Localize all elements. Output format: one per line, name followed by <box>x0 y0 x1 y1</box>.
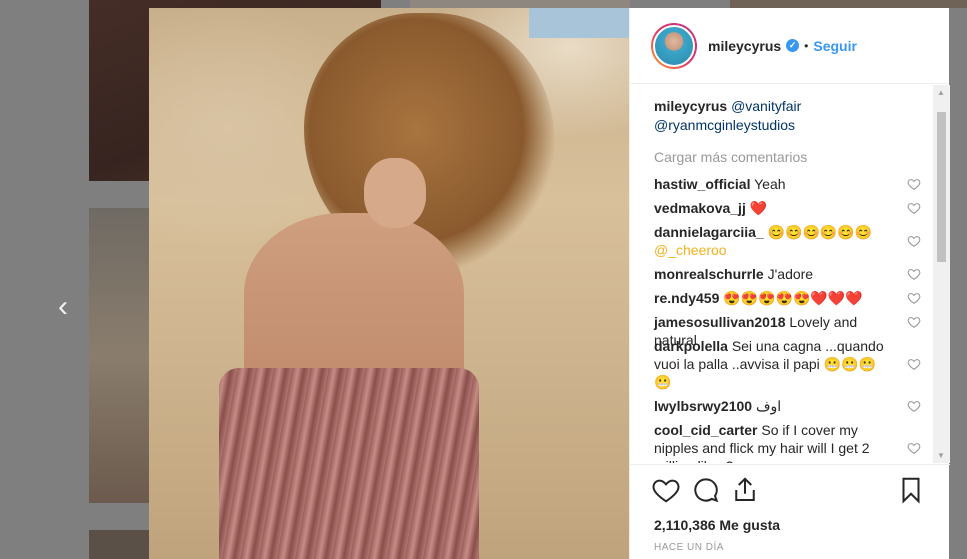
comment-username[interactable]: vedmakova_jj <box>654 200 746 216</box>
comment-text: اوف <box>755 398 782 414</box>
follow-button[interactable]: Seguir <box>813 38 857 54</box>
avatar-image <box>653 24 695 67</box>
comment-item: dannielagarciia_ 😊😊😊😊😊😊 @_cheeroo <box>654 223 944 259</box>
post-timestamp[interactable]: HACE UN DÍA <box>654 542 724 553</box>
comment-text: Yeah <box>754 176 786 192</box>
post-sidebar: mileycyrus ✓ • Seguir mileycyrus @vanity… <box>629 8 950 559</box>
post-photo[interactable] <box>149 8 629 559</box>
photo-figure <box>244 213 464 393</box>
comment-item: re.ndy459 😍😍😍😍😍❤️❤️❤️ <box>654 289 944 307</box>
comment-like-heart-icon[interactable] <box>907 267 921 281</box>
comment-text: ❤️ <box>749 200 768 216</box>
scroll-down-arrow-icon[interactable]: ▼ <box>937 451 945 460</box>
comment-item: cool_cid_carter So if I cover my nipples… <box>654 421 944 463</box>
comment-text: 😍😍😍😍😍❤️❤️❤️ <box>723 290 863 306</box>
photo-dress <box>219 368 479 559</box>
comment-item: vedmakova_jj ❤️ <box>654 199 944 217</box>
comments-list[interactable]: mileycyrus @vanityfair @ryanmcginleystud… <box>630 85 950 463</box>
comment-username[interactable]: jamesosullivan2018 <box>654 314 786 330</box>
likes-count[interactable]: 2,110,386 Me gusta <box>654 517 780 533</box>
header-username[interactable]: mileycyrus <box>708 38 781 54</box>
comment-like-heart-icon[interactable] <box>907 177 921 191</box>
post-caption: mileycyrus @vanityfair @ryanmcginleystud… <box>654 97 924 135</box>
scrollbar-thumb[interactable] <box>937 112 946 262</box>
previous-post-arrow-icon[interactable]: ‹ <box>58 290 82 324</box>
background-thumbnail <box>410 0 630 8</box>
scroll-up-arrow-icon[interactable]: ▲ <box>937 88 945 97</box>
comment-item: hastiw_official Yeah <box>654 175 944 193</box>
comment-item: monrealschurrle J'adore <box>654 265 944 283</box>
load-more-comments-button[interactable]: Cargar más comentarios <box>654 149 807 165</box>
separator-dot: • <box>804 38 809 53</box>
comment-like-heart-icon[interactable] <box>907 399 921 413</box>
caption-username[interactable]: mileycyrus <box>654 98 727 114</box>
comment-like-heart-icon[interactable] <box>907 441 921 455</box>
comment-username[interactable]: cool_cid_carter <box>654 422 758 438</box>
post-modal: mileycyrus ✓ • Seguir mileycyrus @vanity… <box>149 8 950 559</box>
avatar[interactable] <box>651 22 697 69</box>
photo-sky <box>529 8 629 38</box>
comment-like-heart-icon[interactable] <box>907 315 921 329</box>
comment-username[interactable]: lwylbsrwy2100 <box>654 398 752 414</box>
comment-text: J'adore <box>767 266 814 282</box>
background-thumbnail <box>89 208 149 503</box>
caption-mention[interactable]: @vanityfair <box>731 98 801 114</box>
caption-mention[interactable]: @ryanmcginleystudios <box>654 117 795 133</box>
comment-like-heart-icon[interactable] <box>907 234 921 248</box>
share-icon[interactable] <box>730 475 760 505</box>
background-thumbnail <box>89 530 149 559</box>
comment-username[interactable]: re.ndy459 <box>654 290 719 306</box>
comment-username[interactable]: dannielagarciia_ <box>654 224 764 240</box>
comment-username[interactable]: hastiw_official <box>654 176 750 192</box>
comment-like-heart-icon[interactable] <box>907 291 921 305</box>
comments-scrollbar[interactable]: ▲ ▼ <box>933 85 950 463</box>
photo-face <box>364 158 426 228</box>
heart-icon[interactable] <box>651 475 681 505</box>
comment-like-heart-icon[interactable] <box>907 201 921 215</box>
comment-item: darkpolella Sei una cagna ...quando vuoi… <box>654 337 944 391</box>
comment-item: lwylbsrwy2100 اوف <box>654 397 944 415</box>
comment-like-heart-icon[interactable] <box>907 357 921 371</box>
comment-username[interactable]: monrealschurrle <box>654 266 764 282</box>
background-thumbnail <box>730 0 967 8</box>
post-header: mileycyrus ✓ • Seguir <box>630 8 949 84</box>
post-actions: 2,110,386 Me gusta HACE UN DÍA <box>630 464 950 559</box>
bookmark-icon[interactable] <box>896 475 926 505</box>
comment-username[interactable]: darkpolella <box>654 338 728 354</box>
verified-badge-icon: ✓ <box>786 39 800 52</box>
comment-icon[interactable] <box>691 475 721 505</box>
